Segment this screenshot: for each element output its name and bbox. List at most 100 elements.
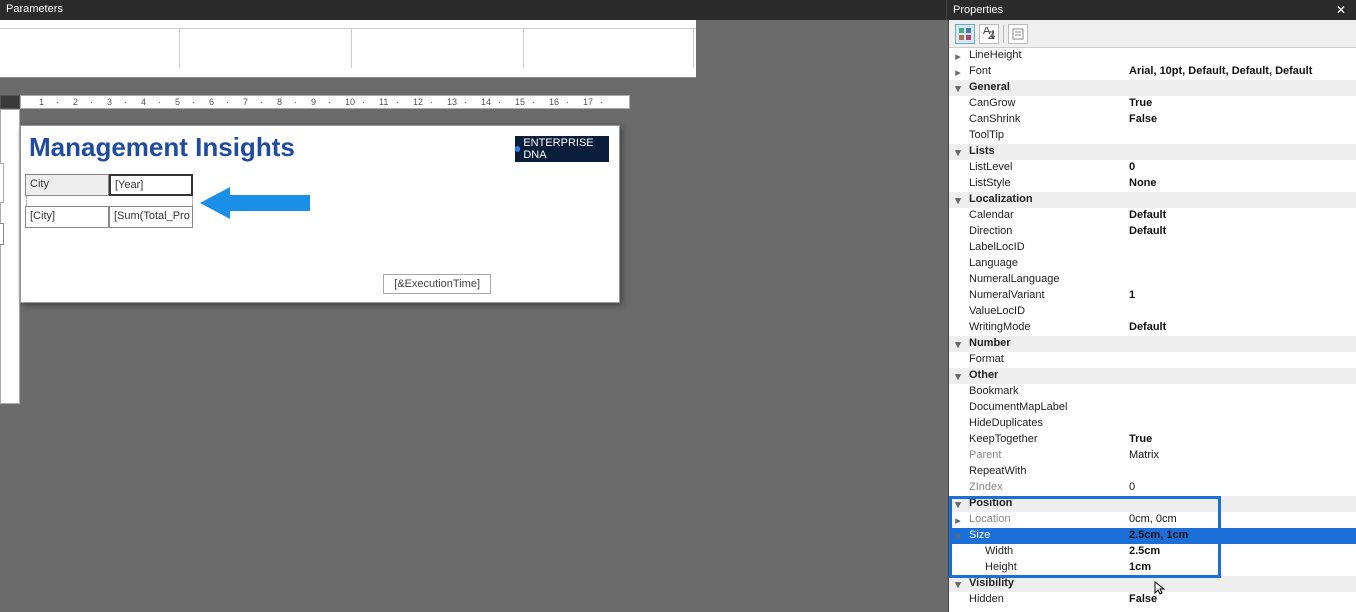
property-value[interactable]: True (1127, 96, 1356, 112)
property-category[interactable]: ▾Lists (949, 144, 1356, 160)
property-row[interactable]: ListLevel0 (949, 160, 1356, 176)
logo-badge[interactable]: ENTERPRISE DNA (515, 136, 609, 162)
expand-toggle[interactable]: ▾ (949, 528, 967, 544)
property-row[interactable]: NumeralLanguage (949, 272, 1356, 288)
property-row[interactable]: ▾Size2.5cm, 1cm (949, 528, 1356, 544)
property-value[interactable] (1127, 48, 1356, 64)
property-value[interactable]: False (1127, 112, 1356, 128)
property-category[interactable]: ▾General (949, 80, 1356, 96)
close-icon[interactable]: ✕ (1332, 3, 1350, 17)
property-value[interactable] (1127, 416, 1356, 432)
expand-toggle[interactable]: ▾ (949, 496, 967, 512)
property-value[interactable] (1127, 352, 1356, 368)
property-value[interactable]: 2.5cm, 1cm (1127, 528, 1356, 544)
expand-toggle[interactable]: ▾ (949, 336, 967, 352)
property-row[interactable]: ParentMatrix (949, 448, 1356, 464)
property-name: Lists (967, 144, 1127, 160)
row-handle[interactable] (0, 223, 4, 245)
expand-toggle[interactable]: ▾ (949, 80, 967, 96)
property-row[interactable]: HideDuplicates (949, 416, 1356, 432)
property-row[interactable]: CalendarDefault (949, 208, 1356, 224)
property-row[interactable]: Height1cm (949, 560, 1356, 576)
matrix-cell-sum[interactable]: [Sum(Total_Pro (109, 206, 193, 228)
row-handle[interactable] (0, 163, 4, 203)
property-value[interactable] (1127, 384, 1356, 400)
property-value[interactable]: Default (1127, 208, 1356, 224)
param-cell[interactable] (180, 29, 352, 68)
property-row[interactable]: LabelLocID (949, 240, 1356, 256)
property-pages-button[interactable] (1008, 24, 1028, 44)
property-value[interactable] (1127, 240, 1356, 256)
ruler-minor-tick: · (430, 97, 433, 107)
property-category[interactable]: ▾Position (949, 496, 1356, 512)
property-value[interactable] (1127, 128, 1356, 144)
property-row[interactable]: ValueLocID (949, 304, 1356, 320)
parameters-area[interactable] (0, 20, 696, 78)
property-value[interactable] (1127, 464, 1356, 480)
report-canvas[interactable]: Management Insights ENTERPRISE DNA City … (20, 125, 620, 303)
property-row[interactable]: DocumentMapLabel (949, 400, 1356, 416)
expand-toggle[interactable]: ▾ (949, 576, 967, 592)
property-row[interactable]: NumeralVariant1 (949, 288, 1356, 304)
expand-toggle[interactable]: ▸ (949, 512, 967, 528)
matrix-table[interactable]: City [Year] [City] [Sum(Total_Pro (25, 174, 195, 228)
property-value[interactable]: Default (1127, 224, 1356, 240)
matrix-header-city[interactable]: City (25, 174, 109, 196)
property-value[interactable]: 2.5cm (1127, 544, 1356, 560)
property-value[interactable]: Default (1127, 320, 1356, 336)
property-row[interactable]: ▸LineHeight (949, 48, 1356, 64)
property-category[interactable]: ▾Number (949, 336, 1356, 352)
property-row[interactable]: KeepTogetherTrue (949, 432, 1356, 448)
property-row[interactable]: Language (949, 256, 1356, 272)
property-name: Parent (967, 448, 1127, 464)
property-value[interactable] (1127, 400, 1356, 416)
expand-toggle (949, 176, 967, 192)
properties-grid[interactable]: ▸LineHeight▸FontArial, 10pt, Default, De… (949, 48, 1356, 608)
alphabetical-view-button[interactable]: AZ (979, 24, 999, 44)
property-value[interactable]: Matrix (1127, 448, 1356, 464)
design-surface[interactable]: 1·2·3·4·5·6·7·8·9·10·11·12·13·14·15·16·1… (0, 95, 946, 612)
property-value[interactable]: Arial, 10pt, Default, Default, Default (1127, 64, 1356, 80)
property-value[interactable]: 0cm, 0cm (1127, 512, 1356, 528)
property-row[interactable]: Format (949, 352, 1356, 368)
property-value[interactable] (1127, 256, 1356, 272)
property-value[interactable]: 1 (1127, 288, 1356, 304)
ruler-minor-tick: · (328, 97, 331, 107)
expand-toggle[interactable]: ▸ (949, 48, 967, 64)
property-row[interactable]: ToolTip (949, 128, 1356, 144)
property-row[interactable]: ZIndex0 (949, 480, 1356, 496)
property-row[interactable]: CanShrinkFalse (949, 112, 1356, 128)
param-cell[interactable] (524, 29, 694, 68)
property-row[interactable]: Bookmark (949, 384, 1356, 400)
property-category[interactable]: ▾Other (949, 368, 1356, 384)
property-value[interactable]: 1cm (1127, 560, 1356, 576)
property-row[interactable]: RepeatWith (949, 464, 1356, 480)
property-value[interactable]: 0 (1127, 480, 1356, 496)
property-value[interactable] (1127, 272, 1356, 288)
expand-toggle[interactable]: ▸ (949, 64, 967, 80)
param-cell[interactable] (0, 29, 180, 68)
ruler-tick: 16 (549, 97, 559, 107)
expand-toggle[interactable]: ▾ (949, 192, 967, 208)
property-row[interactable]: ▸FontArial, 10pt, Default, Default, Defa… (949, 64, 1356, 80)
execution-time-textbox[interactable]: [&ExecutionTime] (383, 274, 491, 294)
property-row[interactable]: DirectionDefault (949, 224, 1356, 240)
property-value[interactable]: 0 (1127, 160, 1356, 176)
property-row[interactable]: WritingModeDefault (949, 320, 1356, 336)
property-category[interactable]: ▾Localization (949, 192, 1356, 208)
property-row[interactable]: CanGrowTrue (949, 96, 1356, 112)
property-value[interactable] (1127, 304, 1356, 320)
categorized-view-button[interactable] (955, 24, 975, 44)
property-row[interactable]: ▸Location0cm, 0cm (949, 512, 1356, 528)
matrix-cell-city[interactable]: [City] (25, 206, 109, 228)
matrix-header-year-selected[interactable]: [Year] (109, 174, 193, 196)
expand-toggle (949, 384, 967, 400)
property-value[interactable]: None (1127, 176, 1356, 192)
property-row[interactable]: ListStyleNone (949, 176, 1356, 192)
expand-toggle[interactable]: ▾ (949, 368, 967, 384)
property-value[interactable]: True (1127, 432, 1356, 448)
property-name: Size (967, 528, 1127, 544)
expand-toggle[interactable]: ▾ (949, 144, 967, 160)
property-row[interactable]: Width2.5cm (949, 544, 1356, 560)
param-cell[interactable] (352, 29, 524, 68)
